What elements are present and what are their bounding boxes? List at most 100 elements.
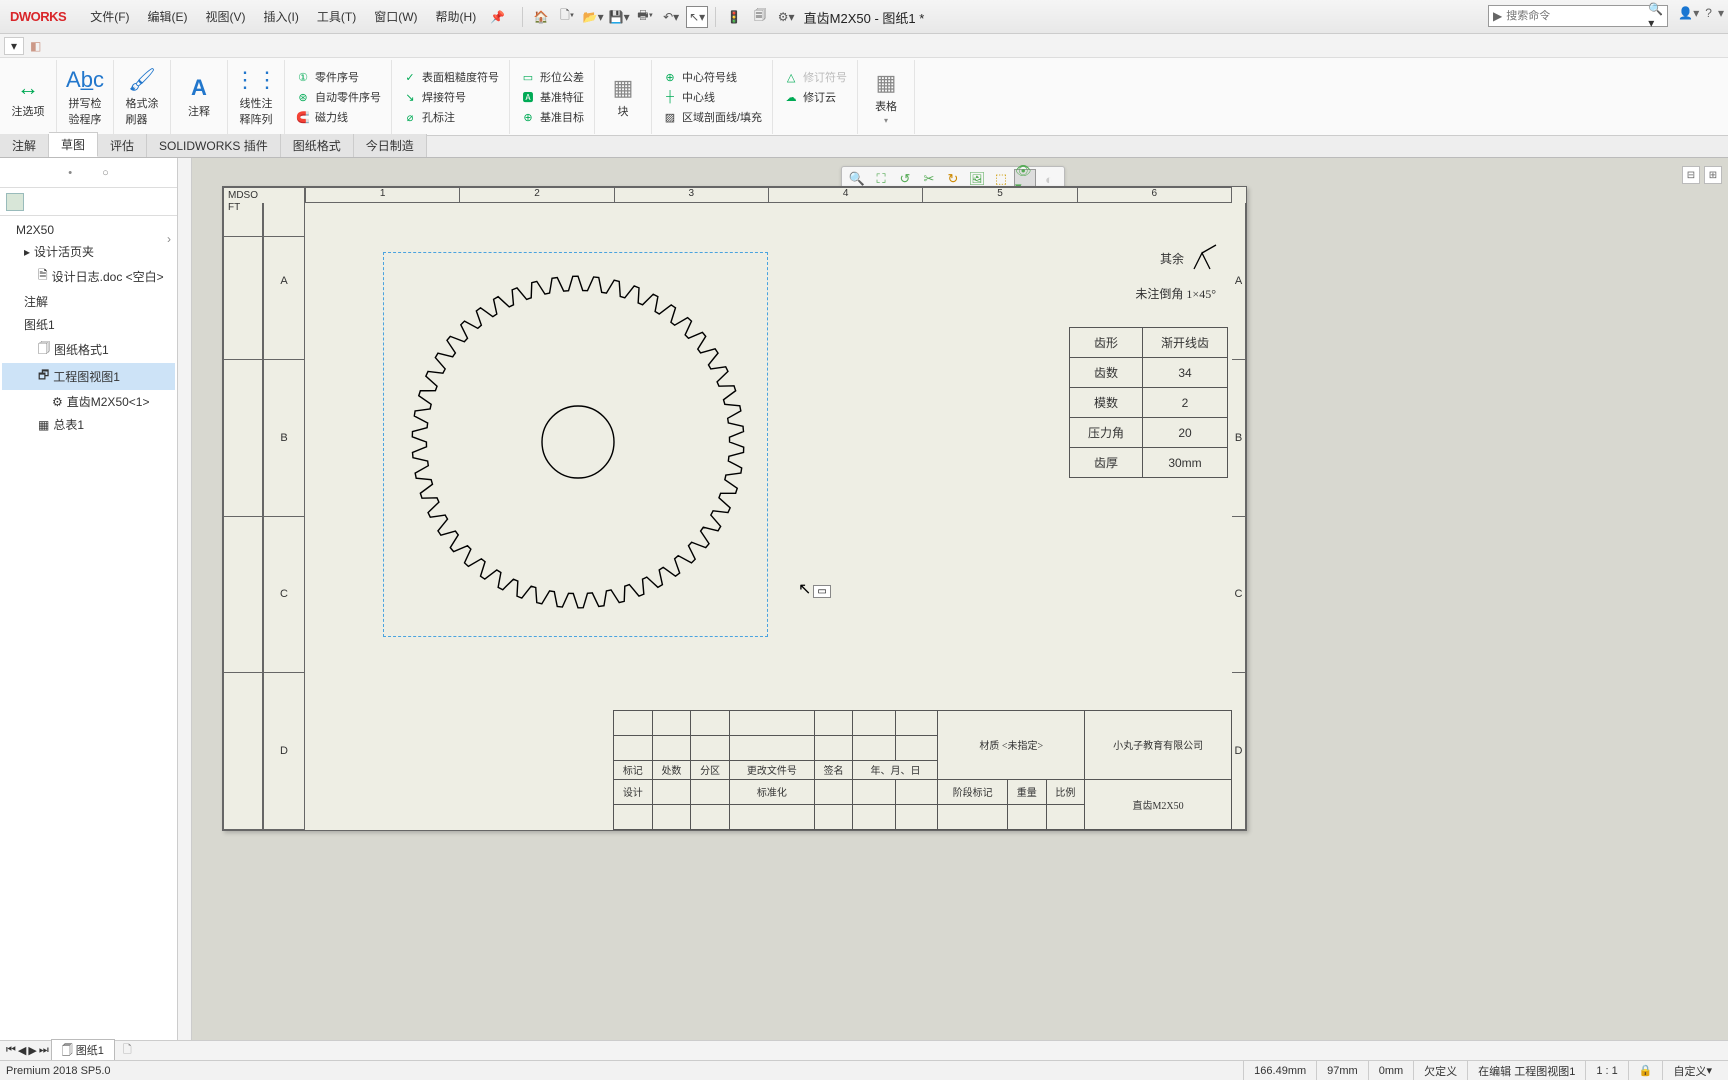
ribbon-surface[interactable]: ✓表面粗糙度符号 [402,69,499,85]
row-labels-right: ABCD [1232,203,1246,830]
title-block: 材质 <未指定> 小丸子教育有限公司 标记处数 分区更改文件号 签名年、月、日 … [613,710,1232,830]
tab-annotation[interactable]: 注解 [0,134,49,157]
status-ratio: 1 : 1 [1585,1061,1627,1080]
ribbon-datumtgt[interactable]: ⊕基准目标 [520,109,584,125]
search-icon[interactable]: 🔍▾ [1648,2,1663,30]
menu-window[interactable]: 窗口(W) [366,4,425,29]
minimize-icon[interactable]: ▾ [1718,6,1724,20]
tree-sheetformat[interactable]: 🗍 图纸格式1 [2,336,175,363]
options-icon[interactable]: 🗐 [749,6,771,28]
tab-sheetfmt[interactable]: 图纸格式 [281,134,354,157]
main-menu: 文件(F) 编辑(E) 视图(V) 插入(I) 工具(T) 窗口(W) 帮助(H… [82,4,484,29]
ribbon-tables[interactable]: ▦表格▾ [864,70,908,125]
menu-tools[interactable]: 工具(T) [309,4,364,29]
expand-icon[interactable]: › [167,232,171,246]
status-lock-icon[interactable]: 🔒 [1628,1061,1663,1080]
sheet-tab-1[interactable]: 🗍 图纸1 [51,1039,115,1063]
undo-icon[interactable]: ↶▾ [660,6,682,28]
ribbon-datum[interactable]: 🅰基准特征 [520,89,584,105]
eraser-icon[interactable]: ◧ [30,39,41,53]
tree-drawingview[interactable]: 🗗 工程图视图1 [2,363,175,390]
feature-tree[interactable]: M2X50 ▸ 设计活页夹 🗎 设计日志.doc <空白> 注解 图纸1 🗍 图… [0,216,177,440]
page-nav: ⊟ ⊞ [1682,166,1722,184]
page-next-icon[interactable]: ⊞ [1704,166,1722,184]
help-icon[interactable]: ? [1705,6,1712,20]
sheet-nav-next-icon[interactable]: ▶ [28,1044,36,1057]
tree-root[interactable]: M2X50 [2,220,175,240]
status-editing: 在编辑 工程图视图1 [1467,1061,1585,1080]
titlebar-right-icons: 👤▾ ? ▾ [1678,6,1724,20]
status-bar: Premium 2018 SP5.0 166.49mm 97mm 0mm 欠定义… [0,1060,1728,1080]
tree-designbinder[interactable]: ▸ 设计活页夹 [2,240,175,263]
tree-annot[interactable]: 注解 [2,290,175,313]
tree-sheet1[interactable]: 图纸1 [2,313,175,336]
document-title: 直齿M2X50 - 图纸1 * [804,8,925,27]
status-version: Premium 2018 SP5.0 [6,1065,111,1077]
search-input[interactable] [1506,10,1648,22]
add-sheet-icon[interactable]: 🗋 [117,1041,138,1060]
ribbon-smartdim[interactable]: ↔注选项 [6,75,50,119]
tab-today[interactable]: 今日制造 [354,134,427,157]
sidebar-tab-icons: › [0,188,177,216]
menu-file[interactable]: 文件(F) [82,4,137,29]
surface-finish-note: 其余 [1160,243,1218,273]
rebuild-icon[interactable]: 🚦 [723,6,745,28]
tree-generaltable[interactable]: ▦ 总表1 [2,413,175,436]
ribbon-formatpaint[interactable]: 🖌格式涂 刷器 [120,67,164,127]
ribbon-note[interactable]: A注释 [177,75,221,119]
ribbon-gtol[interactable]: ▭形位公差 [520,69,584,85]
tb-company: 小丸子教育有限公司 [1085,711,1232,780]
save-icon[interactable]: 💾▾ [608,6,630,28]
drawing-canvas[interactable]: 🔍 ⛶ ↺ ✂ ↻ 🖼 ⬚ 👁▾ ◐ ⊟ ⊞ MDSO FT 123 456 A… [178,158,1728,1052]
menu-help[interactable]: 帮助(H) [428,4,485,29]
ribbon-holecall[interactable]: ⌀孔标注 [402,109,499,125]
page-prev-icon[interactable]: ⊟ [1682,166,1700,184]
ribbon-magline[interactable]: 🧲磁力线 [295,109,381,125]
dropdown-icon[interactable]: ▾ [4,37,24,55]
tab-evaluate[interactable]: 评估 [98,134,147,157]
ribbon-block[interactable]: ▦块 [601,75,645,119]
menu-view[interactable]: 视图(V) [198,4,254,29]
ribbon-spellcheck[interactable]: Ab̲c拼写检 验程序 [63,67,107,127]
sheet-nav-prev-icon[interactable]: ◀ [18,1044,26,1057]
tree-designlog[interactable]: 🗎 设计日志.doc <空白> [2,263,175,290]
status-custom[interactable]: 自定义 ▾ [1662,1061,1722,1080]
ribbon-autoballoon[interactable]: ⊛自动零件序号 [295,89,381,105]
menu-insert[interactable]: 插入(I) [256,4,307,29]
ribbon-centermark[interactable]: ⊕中心符号线 [662,69,762,85]
sheet-nav-last-icon[interactable]: ⏭ [39,1044,49,1057]
ribbon-centerline[interactable]: ┼中心线 [662,89,762,105]
tree-partref[interactable]: ⚙ 直齿M2X50<1> [2,390,175,413]
status-under: 欠定义 [1413,1061,1467,1080]
user-icon[interactable]: 👤▾ [1678,6,1699,20]
settings-icon[interactable]: ⚙▾ [775,6,797,28]
row-labels-outer [223,203,263,830]
ribbon-balloon[interactable]: ①零件序号 [295,69,381,85]
ribbon-revision[interactable]: △修订符号 [783,69,847,85]
ribbon-hatch[interactable]: ▨区域剖面线/填充 [662,109,762,125]
select-icon[interactable]: ↖▾ [686,6,708,28]
home-icon[interactable]: 🏠 [530,6,552,28]
gear-parameter-table: 齿形渐开线齿 齿数34 模数2 压力角20 齿厚30mm [1069,327,1228,478]
menu-bar: DWORKS 文件(F) 编辑(E) 视图(V) 插入(I) 工具(T) 窗口(… [0,0,1728,34]
sidebar-top-strip: •○ [0,158,177,188]
ribbon-weld[interactable]: ↘焊接符号 [402,89,499,105]
tab-sketch[interactable]: 草图 [49,132,98,157]
print-icon[interactable]: 🖶▾ [634,6,656,28]
new-icon[interactable]: 🗋▾ [556,6,578,28]
main-area: •○ › M2X50 ▸ 设计活页夹 🗎 设计日志.doc <空白> 注解 图纸… [0,158,1728,1052]
command-tabs: 注解 草图 评估 SOLIDWORKS 插件 图纸格式 今日制造 [0,136,1728,158]
sheet-nav-first-icon[interactable]: ⏮ [6,1044,16,1057]
gear-drawing [398,262,758,622]
tab-addins[interactable]: SOLIDWORKS 插件 [147,134,281,157]
pin-icon[interactable]: 📌 [490,10,505,24]
ribbon-linpattern[interactable]: ⋮⋮线性注 释阵列 [234,67,278,127]
status-z: 0mm [1368,1061,1413,1080]
menu-edit[interactable]: 编辑(E) [140,4,196,29]
secondary-toolbar: ▾ ◧ [0,34,1728,58]
ribbon-revcloud[interactable]: ☁修订云 [783,89,847,105]
tree-tab-icon[interactable] [6,193,24,211]
search-box[interactable]: ▶ 🔍▾ [1488,5,1668,27]
drawing-sheet[interactable]: MDSO FT 123 456 ABCD ABCD [222,186,1247,831]
open-icon[interactable]: 📂▾ [582,6,604,28]
